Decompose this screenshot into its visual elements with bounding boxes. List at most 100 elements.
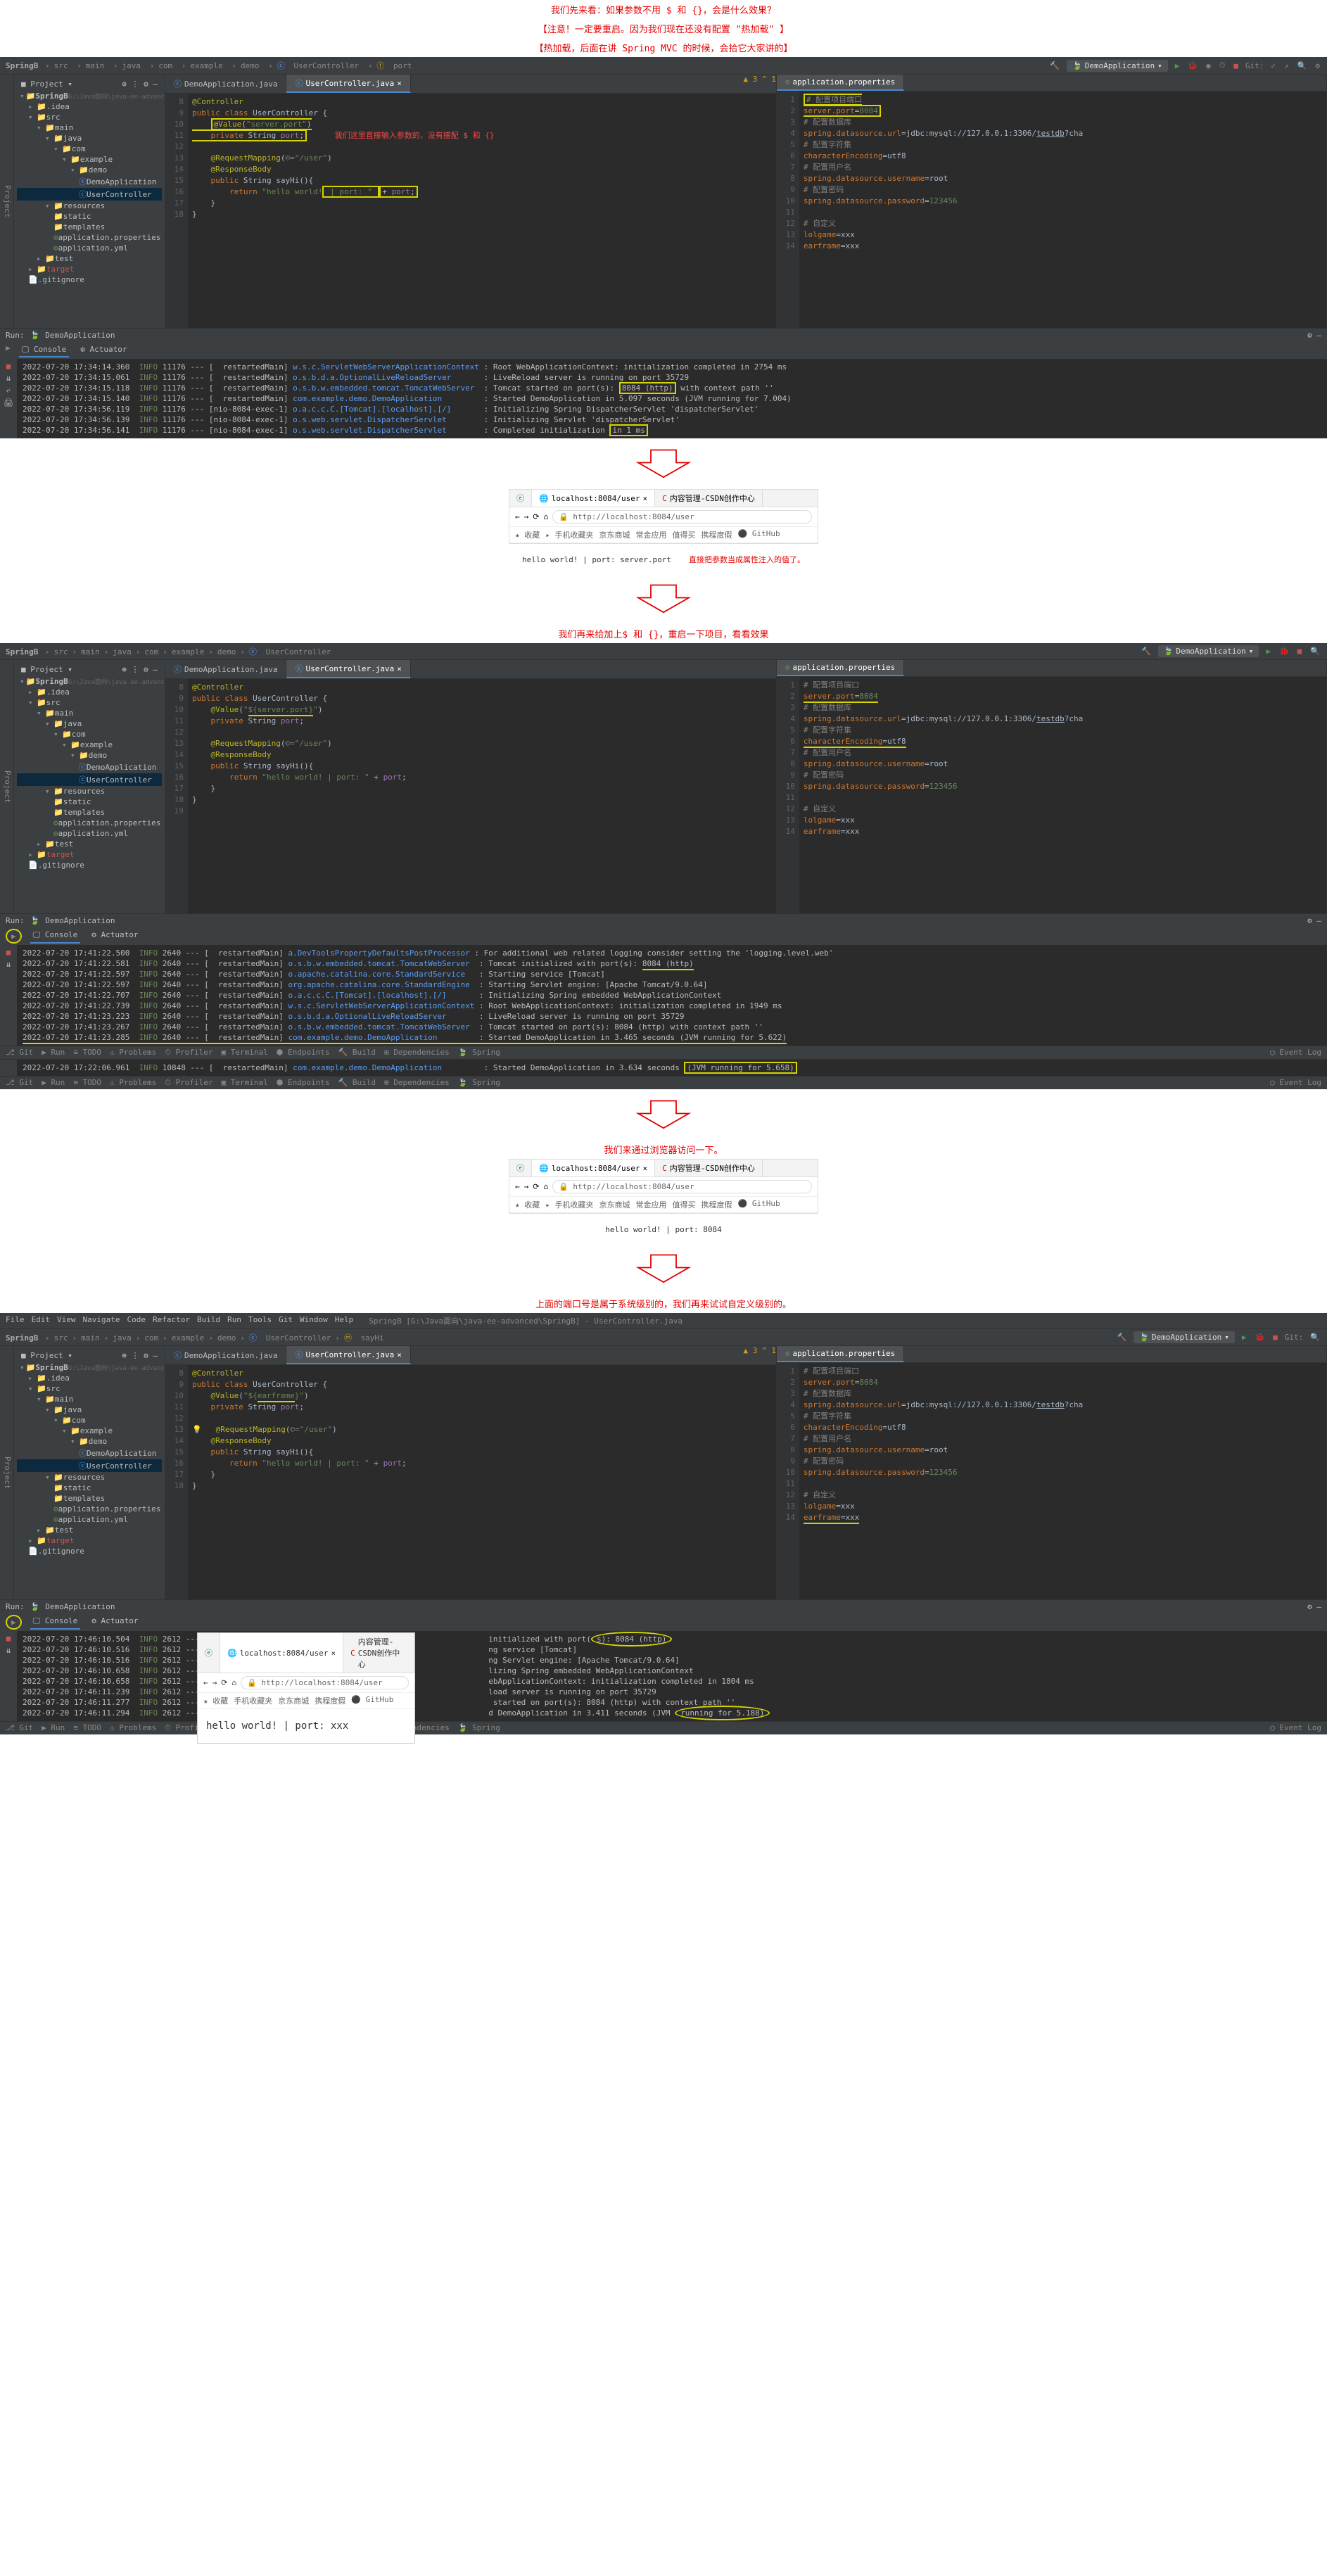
editor-tab[interactable]: ⓒDemoApplication.java — [165, 660, 286, 678]
tree-item[interactable]: ▾📁 main — [17, 708, 162, 718]
bookmark-item[interactable]: ★ 收藏 — [203, 1695, 228, 1706]
project-tool-btn[interactable]: Project — [3, 1457, 12, 1489]
editor-left[interactable]: ⓒDemoApplication.java ⓒUserController.ja… — [165, 660, 777, 913]
bookmark-item[interactable]: ★ 收藏 — [515, 1199, 540, 1210]
tree-item[interactable]: 📁 templates — [17, 1493, 162, 1504]
tree-item[interactable]: ▸📁 test — [17, 839, 162, 849]
run-icon[interactable]: ▶ — [1264, 645, 1272, 657]
stop-icon[interactable]: ■ — [6, 948, 11, 957]
editor-left[interactable]: ⓒDemoApplication.java ⓒUserController.ja… — [165, 75, 777, 328]
endpoints-tab[interactable]: ⬢ Endpoints — [277, 1048, 330, 1058]
tree-item[interactable]: ⚙ application.yml — [17, 1514, 162, 1525]
build-tab[interactable]: 🔨 Build — [338, 1048, 376, 1058]
back-icon[interactable]: ← — [203, 1678, 208, 1687]
tree-item[interactable]: ▾📁 java — [17, 1404, 162, 1415]
code-editor[interactable]: @Controller public class UserController … — [188, 1365, 776, 1599]
home-icon[interactable]: ⌂ — [543, 512, 548, 521]
tree-root[interactable]: ▾📁 SpringB G:\Java面向\java-ee-advanced\Sp… — [17, 1362, 162, 1373]
crumb[interactable]: demo — [217, 647, 236, 656]
forward-icon[interactable]: → — [212, 1678, 217, 1687]
tree-gear-icon[interactable]: ⊕ ⋮ ⚙ — — [122, 665, 158, 674]
tree-root[interactable]: ▾📁 SpringB G:\Java面向\java-ee-advanced\Sp… — [17, 676, 162, 687]
editor-right[interactable]: ⚙application.properties 1234567891011121… — [777, 1346, 1327, 1599]
debug-icon[interactable]: 🐞 — [1278, 645, 1290, 657]
editor-tab-active[interactable]: ⓒUserController.java × — [286, 1346, 410, 1364]
tree-item[interactable]: ▾📁 src — [17, 1383, 162, 1394]
crumb[interactable]: java — [122, 61, 141, 70]
project-tree[interactable]: ■ Project ▾⊕ ⋮ ⚙ — ▾📁 SpringB G:\Java面向\… — [14, 660, 165, 913]
tree-item[interactable]: 📁 templates — [17, 222, 162, 232]
settings-icon[interactable]: ⚙ — [1314, 60, 1321, 72]
event-log-tab[interactable]: ◯ Event Log — [1270, 1048, 1321, 1058]
tree-item[interactable]: ▸📁 .idea — [17, 1373, 162, 1383]
tree-item[interactable]: ▾📁 resources — [17, 786, 162, 797]
problems-tab[interactable]: ⚠ Problems — [110, 1723, 156, 1733]
bookmark-item[interactable]: ★ 收藏 — [515, 529, 540, 540]
problems-tab[interactable]: ⚠ Problems — [110, 1078, 156, 1088]
project-name[interactable]: SpringB — [6, 647, 38, 656]
project-tool-btn[interactable]: Project — [3, 770, 12, 803]
tree-item[interactable]: ▾📁 example — [17, 154, 162, 165]
tree-item[interactable]: 📄 .gitignore — [17, 274, 162, 285]
back-icon[interactable]: ← — [515, 512, 520, 521]
editor-tab[interactable]: ⓒDemoApplication.java — [165, 75, 286, 93]
stop-icon[interactable]: ■ — [6, 362, 11, 371]
event-log-tab[interactable]: ◯ Event Log — [1270, 1078, 1321, 1088]
bookmark-item[interactable]: 京东商城 — [599, 1199, 630, 1210]
bookmark-item[interactable]: 常金应用 — [636, 1199, 667, 1210]
menu-refactor[interactable]: Refactor — [153, 1315, 190, 1326]
tree-item[interactable]: ▸📁 target — [17, 849, 162, 860]
tree-item[interactable]: 📄 .gitignore — [17, 1546, 162, 1556]
code-editor[interactable]: # 配置项目端口 server.port=8084 # 配置数据库 spring… — [799, 1363, 1326, 1599]
git-tab[interactable]: ⎇ Git — [6, 1723, 33, 1733]
actuator-tab[interactable]: ⚙ Actuator — [89, 929, 141, 944]
address-bar[interactable]: 🔒 http://localhost:8084/user — [552, 1180, 812, 1193]
crumb[interactable]: UserController — [266, 1333, 331, 1343]
crumb[interactable]: com — [144, 647, 158, 656]
spring-tab[interactable]: 🍃 Spring — [458, 1723, 500, 1733]
crumb[interactable]: src — [54, 1333, 68, 1343]
project-name[interactable]: SpringB — [6, 61, 38, 70]
tree-item[interactable]: ▸📁 .idea — [17, 101, 162, 112]
editor-tab-active[interactable]: ⓒUserController.java × — [286, 75, 410, 93]
todo-tab[interactable]: ≡ TODO — [73, 1048, 101, 1058]
stop-icon[interactable]: ■ — [1271, 1331, 1279, 1343]
tree-item-selected[interactable]: ⓒ UserController — [17, 1459, 162, 1472]
menu-file[interactable]: File — [6, 1315, 25, 1326]
tree-item[interactable]: ▸📁 target — [17, 264, 162, 274]
build-icon[interactable]: 🔨 — [1048, 60, 1061, 72]
rerun-icon[interactable]: ▶ — [6, 1615, 22, 1630]
search-icon[interactable]: 🔍 — [1296, 60, 1309, 72]
browser-tab[interactable]: ⓔ — [509, 1160, 532, 1176]
endpoints-tab[interactable]: ⬢ Endpoints — [277, 1078, 330, 1088]
run-tab[interactable]: ▶ Run — [42, 1723, 65, 1733]
spring-tab[interactable]: 🍃 Spring — [458, 1078, 500, 1088]
profiler-tab[interactable]: ⏱ Profiler — [165, 1078, 212, 1088]
tree-item[interactable]: ⓒ DemoApplication — [17, 1447, 162, 1459]
crumb[interactable]: example — [172, 1333, 204, 1343]
menu-build[interactable]: Build — [197, 1315, 220, 1326]
crumb[interactable]: sayHi — [361, 1333, 384, 1343]
tree-item[interactable]: ⚙ application.yml — [17, 243, 162, 253]
bookmark-item[interactable]: ⚫ GitHub — [351, 1695, 393, 1706]
project-tree[interactable]: ■ Project ▾⊕ ⋮ ⚙ — ▾📁 SpringB G:\Java面向\… — [14, 1346, 165, 1599]
menu-tools[interactable]: Tools — [248, 1315, 272, 1326]
search-icon[interactable]: 🔍 — [1309, 1331, 1321, 1343]
bookmark-item[interactable]: 值得买 — [673, 529, 696, 540]
tree-item[interactable]: ▸📁 .idea — [17, 687, 162, 697]
browser-tab[interactable]: C 内容管理-CSDN创作中心 — [655, 1160, 763, 1176]
browser-tab[interactable]: ⓔ — [198, 1633, 220, 1673]
menu-code[interactable]: Code — [127, 1315, 146, 1326]
git-tab[interactable]: ⎇ Git — [6, 1078, 33, 1088]
actuator-tab[interactable]: ⚙ Actuator — [89, 1615, 141, 1630]
crumb[interactable]: com — [144, 1333, 158, 1343]
run-icon[interactable]: ▶ — [1240, 1331, 1248, 1343]
tree-item[interactable]: ▾📁 com — [17, 144, 162, 154]
browser-tab[interactable]: ⓔ — [509, 490, 532, 507]
editor-tab-active[interactable]: ⚙application.properties — [777, 75, 904, 91]
coverage-icon[interactable]: ◉ — [1205, 60, 1212, 72]
print-icon[interactable]: 🖨 — [4, 398, 13, 407]
tree-root[interactable]: ▾📁 SpringB G:\Java面向\java-ee-advanced\Sp… — [17, 91, 162, 101]
tree-item[interactable]: ▾📁 example — [17, 1426, 162, 1436]
deps-tab[interactable]: ⊞ Dependencies — [384, 1048, 450, 1058]
